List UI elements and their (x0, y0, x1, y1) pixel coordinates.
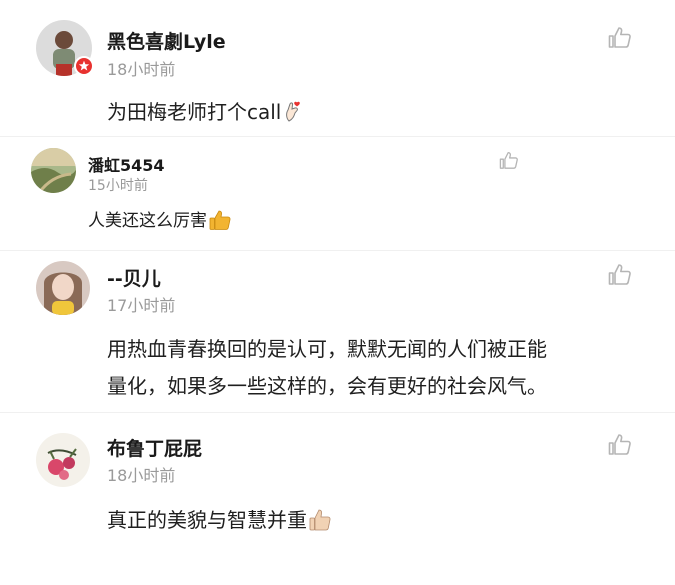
timestamp: 18小时前 (107, 60, 176, 79)
timestamp: 15小时前 (88, 178, 148, 194)
avatar[interactable] (36, 433, 90, 487)
username[interactable]: 潘虹5454 (88, 152, 165, 176)
timestamp: 17小时前 (107, 296, 176, 315)
hand-heart-icon (283, 101, 303, 128)
like-icon[interactable] (608, 263, 632, 285)
comment-text-content: 为田梅老师打个call (107, 100, 282, 124)
comment-text: 为田梅老师打个call (107, 96, 303, 128)
comment-item: 潘虹5454 15小时前 人美还这么厉害 (0, 137, 675, 249)
comment-text: 真正的美貌与智慧并重 (107, 504, 331, 536)
username[interactable]: --贝儿 (107, 264, 161, 291)
like-icon[interactable] (608, 433, 632, 455)
comment-text: 人美还这么厉害 (88, 206, 231, 235)
like-icon[interactable] (608, 26, 632, 48)
verified-badge-icon (74, 56, 94, 76)
avatar[interactable] (31, 148, 76, 193)
comment-item: 布鲁丁屁屁 18小时前 真正的美貌与智慧并重 (0, 413, 675, 585)
thumbs-up-icon (309, 509, 331, 536)
username[interactable]: 黑色喜劇Lyle (107, 27, 226, 54)
comment-text-line-2: 量化，如果多一些这样的，会有更好的社会风气。 (107, 374, 547, 398)
timestamp: 18小时前 (107, 466, 176, 485)
username[interactable]: 布鲁丁屁屁 (107, 434, 202, 461)
like-icon[interactable] (499, 151, 519, 169)
avatar[interactable] (36, 261, 90, 315)
comment-text-line-1: 用热血青春换回的是认可，默默无闻的人们被正能 (107, 337, 547, 361)
comment-item: 黑色喜劇Lyle 18小时前 为田梅老师打个call (0, 0, 675, 135)
comment-text-content: 人美还这么厉害 (88, 211, 207, 231)
thumbs-up-icon (209, 210, 231, 235)
comment-item: --贝儿 17小时前 用热血青春换回的是认可，默默无闻的人们被正能 量化，如果多… (0, 251, 675, 411)
comment-text-content: 真正的美貌与智慧并重 (107, 508, 307, 532)
